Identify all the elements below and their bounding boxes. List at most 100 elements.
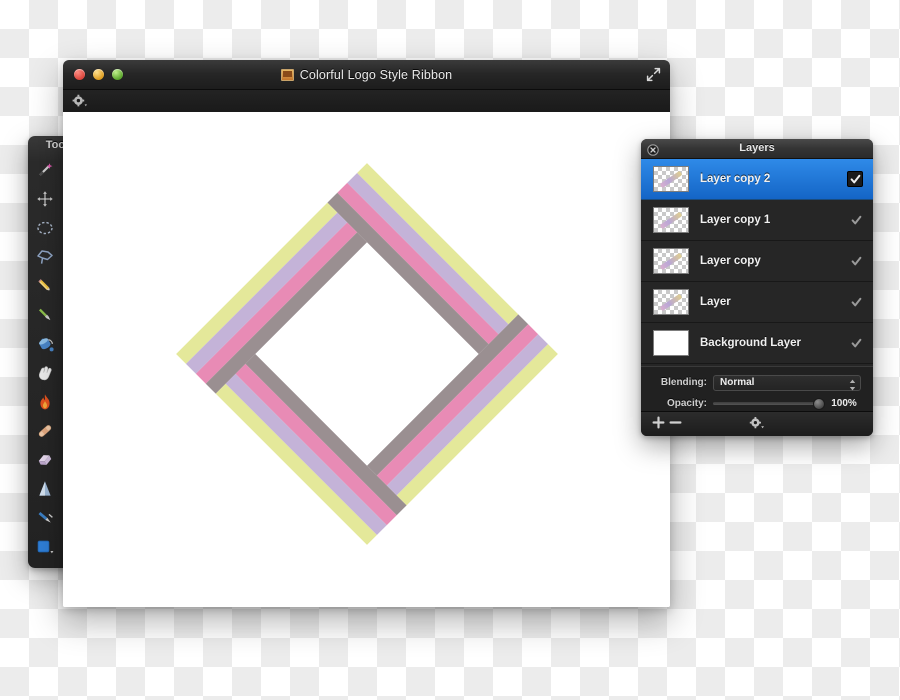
layer-thumb-stroke bbox=[659, 211, 683, 230]
close-circle-icon[interactable] bbox=[647, 143, 659, 156]
add-layer-button[interactable] bbox=[652, 416, 665, 434]
block-eraser-icon bbox=[35, 451, 55, 469]
eyedropper-icon bbox=[35, 566, 55, 569]
paint-bucket-tool[interactable] bbox=[29, 329, 60, 358]
opacity-slider[interactable] bbox=[713, 398, 825, 410]
layer-visibility-checkbox[interactable] bbox=[849, 295, 863, 309]
layers-controls: Blending: Normal Opacity: 100% bbox=[641, 366, 873, 411]
layers-panel: Layers Layer copy 2 Layer copy 1 Layer c… bbox=[641, 139, 873, 436]
calligraphy-pen-icon bbox=[35, 508, 55, 528]
colorful-ribbon-logo bbox=[175, 162, 558, 545]
polygon-lasso-tool[interactable] bbox=[29, 242, 60, 271]
opacity-value: 100% bbox=[831, 398, 857, 409]
layer-row[interactable]: Layer bbox=[641, 282, 873, 323]
page-background: Tools Colorful Logo Style Ribbon Layers … bbox=[0, 0, 900, 700]
ribbon-bar-bottom bbox=[215, 353, 407, 545]
pencil-tool[interactable] bbox=[29, 271, 60, 300]
block-eraser-tool[interactable] bbox=[29, 445, 60, 474]
layer-visibility-checkbox[interactable] bbox=[849, 254, 863, 268]
pencil-icon bbox=[35, 276, 55, 296]
window-titlebar[interactable]: Colorful Logo Style Ribbon bbox=[63, 60, 670, 90]
smudge-hand-icon bbox=[35, 363, 55, 383]
layer-name: Layer copy bbox=[700, 255, 761, 267]
move-tool[interactable] bbox=[29, 184, 60, 213]
gear-icon[interactable] bbox=[71, 93, 89, 109]
layer-thumbnail bbox=[653, 330, 689, 356]
ribbon-stripe bbox=[336, 182, 499, 344]
flame-icon bbox=[36, 392, 54, 412]
opacity-row: Opacity: 100% bbox=[653, 395, 861, 412]
paint-bucket-icon bbox=[35, 334, 55, 354]
magic-wand-icon bbox=[35, 160, 55, 180]
layer-thumbnail bbox=[653, 166, 689, 192]
canvas-area[interactable] bbox=[63, 112, 670, 607]
layers-list: Layer copy 2 Layer copy 1 Layer copy Lay… bbox=[641, 159, 873, 366]
document-icon bbox=[280, 68, 294, 81]
ribbon-bar-left bbox=[175, 202, 367, 394]
layer-visibility-checkbox[interactable] bbox=[849, 336, 863, 350]
layer-row[interactable]: Layer copy bbox=[641, 241, 873, 282]
rounded-square-icon bbox=[35, 538, 55, 556]
layer-visibility-checkbox[interactable] bbox=[847, 171, 863, 187]
smudge-tool[interactable] bbox=[29, 358, 60, 387]
layer-thumbnail bbox=[653, 207, 689, 233]
paintbrush-tool[interactable] bbox=[29, 300, 60, 329]
layers-footer bbox=[641, 411, 873, 436]
layer-visibility-checkbox[interactable] bbox=[849, 213, 863, 227]
burn-tool[interactable] bbox=[29, 387, 60, 416]
ribbon-stripe bbox=[346, 172, 508, 334]
layer-name: Layer copy 2 bbox=[700, 173, 771, 185]
close-button[interactable] bbox=[74, 69, 85, 80]
traffic-lights bbox=[74, 69, 123, 80]
layer-name: Layer bbox=[700, 296, 731, 308]
ribbon-bar-top bbox=[326, 162, 518, 354]
shape-tool[interactable] bbox=[29, 532, 60, 561]
blending-value: Normal bbox=[720, 377, 755, 388]
move-arrows-icon bbox=[36, 190, 54, 208]
polygon-lasso-icon bbox=[35, 247, 55, 267]
layers-panel-title: Layers bbox=[739, 142, 775, 154]
magic-wand-tool[interactable] bbox=[29, 155, 60, 184]
marquee-ellipse-icon bbox=[35, 219, 55, 237]
ribbon-stripe bbox=[386, 333, 548, 495]
layer-thumb-stroke bbox=[659, 170, 683, 189]
blending-row: Blending: Normal bbox=[653, 374, 861, 391]
opacity-slider-knob[interactable] bbox=[813, 398, 825, 410]
window-toolbar bbox=[63, 90, 670, 113]
gear-icon[interactable] bbox=[748, 415, 766, 436]
ribbon-stripe bbox=[225, 373, 387, 535]
ribbon-stripe bbox=[195, 221, 357, 384]
cone-icon bbox=[36, 479, 54, 499]
calligraphy-pen-tool[interactable] bbox=[29, 503, 60, 532]
chevron-updown-icon bbox=[849, 378, 856, 396]
layer-row[interactable]: Background Layer bbox=[641, 323, 873, 364]
layer-thumbnail bbox=[653, 289, 689, 315]
layer-name: Layer copy 1 bbox=[700, 214, 771, 226]
paintbrush-icon bbox=[35, 305, 55, 325]
bandage-heal-tool[interactable] bbox=[29, 416, 60, 445]
expand-diagonal-icon[interactable] bbox=[646, 67, 661, 82]
blending-select[interactable]: Normal bbox=[713, 374, 861, 391]
opacity-label: Opacity: bbox=[666, 398, 707, 409]
layer-row[interactable]: Layer copy 2 bbox=[641, 159, 873, 200]
sharpen-tool[interactable] bbox=[29, 474, 60, 503]
blending-label: Blending: bbox=[660, 377, 707, 388]
ribbon-stripe bbox=[376, 323, 538, 486]
minimize-button[interactable] bbox=[93, 69, 104, 80]
layer-thumbnail bbox=[653, 248, 689, 274]
layer-row[interactable]: Layer copy 1 bbox=[641, 200, 873, 241]
layer-thumb-stroke bbox=[659, 293, 683, 312]
window-title: Colorful Logo Style Ribbon bbox=[299, 67, 453, 82]
ellipse-select-tool[interactable] bbox=[29, 213, 60, 242]
ribbon-stripe bbox=[234, 363, 397, 525]
editor-window: Colorful Logo Style Ribbon bbox=[63, 60, 670, 607]
bandage-icon bbox=[35, 421, 55, 441]
maximize-button[interactable] bbox=[112, 69, 123, 80]
ribbon-stripe bbox=[185, 212, 347, 374]
ribbon-bar-right bbox=[366, 313, 558, 505]
eyedropper-tool[interactable] bbox=[29, 561, 60, 568]
window-title-group: Colorful Logo Style Ribbon bbox=[63, 60, 670, 89]
layers-panel-titlebar[interactable]: Layers bbox=[641, 139, 873, 159]
remove-layer-button[interactable] bbox=[669, 416, 682, 434]
layer-name: Background Layer bbox=[700, 337, 801, 349]
